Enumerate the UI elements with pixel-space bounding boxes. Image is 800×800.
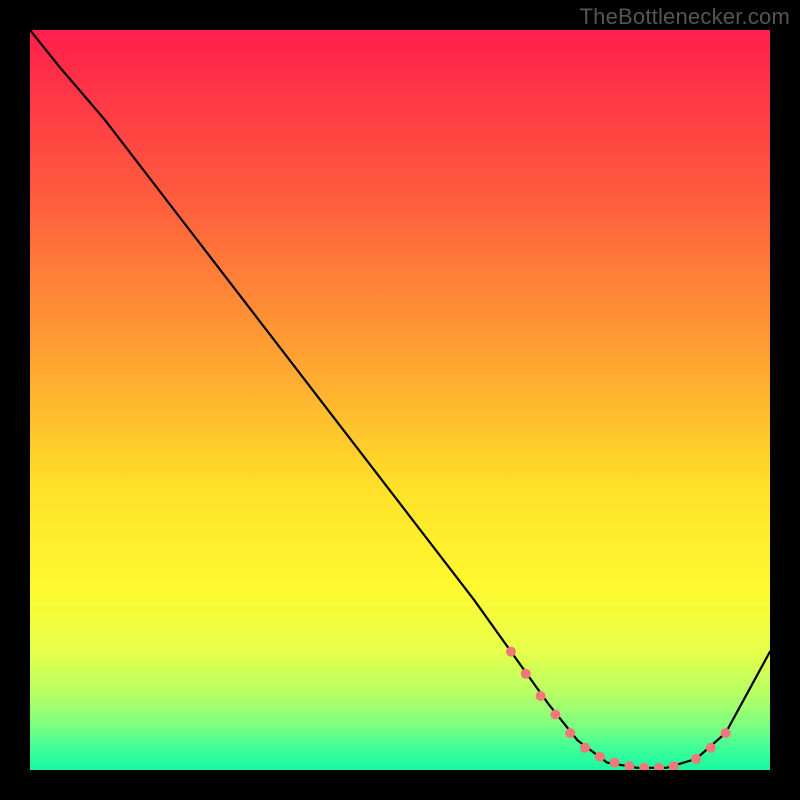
highlight-marker bbox=[565, 728, 575, 738]
bottleneck-chart bbox=[30, 30, 770, 770]
chart-frame: TheBottlenecker.com bbox=[0, 0, 800, 800]
highlight-marker bbox=[706, 743, 716, 753]
highlight-marker bbox=[610, 758, 620, 768]
highlight-marker bbox=[580, 743, 590, 753]
highlight-marker bbox=[536, 691, 546, 701]
highlight-marker bbox=[550, 710, 560, 720]
highlight-marker bbox=[691, 754, 701, 764]
highlight-marker bbox=[521, 669, 531, 679]
highlight-marker bbox=[595, 752, 605, 762]
gradient-background bbox=[30, 30, 770, 770]
highlight-marker bbox=[721, 728, 731, 738]
watermark-label: TheBottlenecker.com bbox=[580, 4, 790, 30]
highlight-marker bbox=[506, 647, 516, 657]
plot-area bbox=[30, 30, 770, 770]
